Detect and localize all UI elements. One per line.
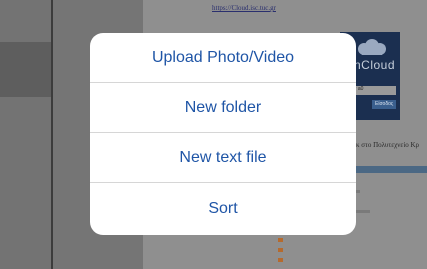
folder-icon [278,258,283,262]
preview-url: https://Cloud.isc.tuc.gr [212,4,276,12]
add-action-menu: Upload Photo/Video New folder New text f… [90,33,356,235]
cloud-logo-icon [358,39,386,55]
folder-icon [278,238,283,242]
preview-greek-text: κ στο Πολυτεχνείο Κρ [356,141,420,149]
new-folder-option[interactable]: New folder [90,83,356,133]
preview-login-title: nCloud [354,58,396,72]
upload-photo-video-option[interactable]: Upload Photo/Video [90,33,356,83]
sort-option[interactable]: Sort [90,183,356,235]
new-text-file-option[interactable]: New text file [90,133,356,183]
sidebar-panel [0,0,51,269]
folder-icon [278,248,283,252]
preview-login-button-label: Είσοδος [375,101,394,107]
preview-banner-strip [356,166,427,173]
sidebar-selected-row [0,42,51,97]
